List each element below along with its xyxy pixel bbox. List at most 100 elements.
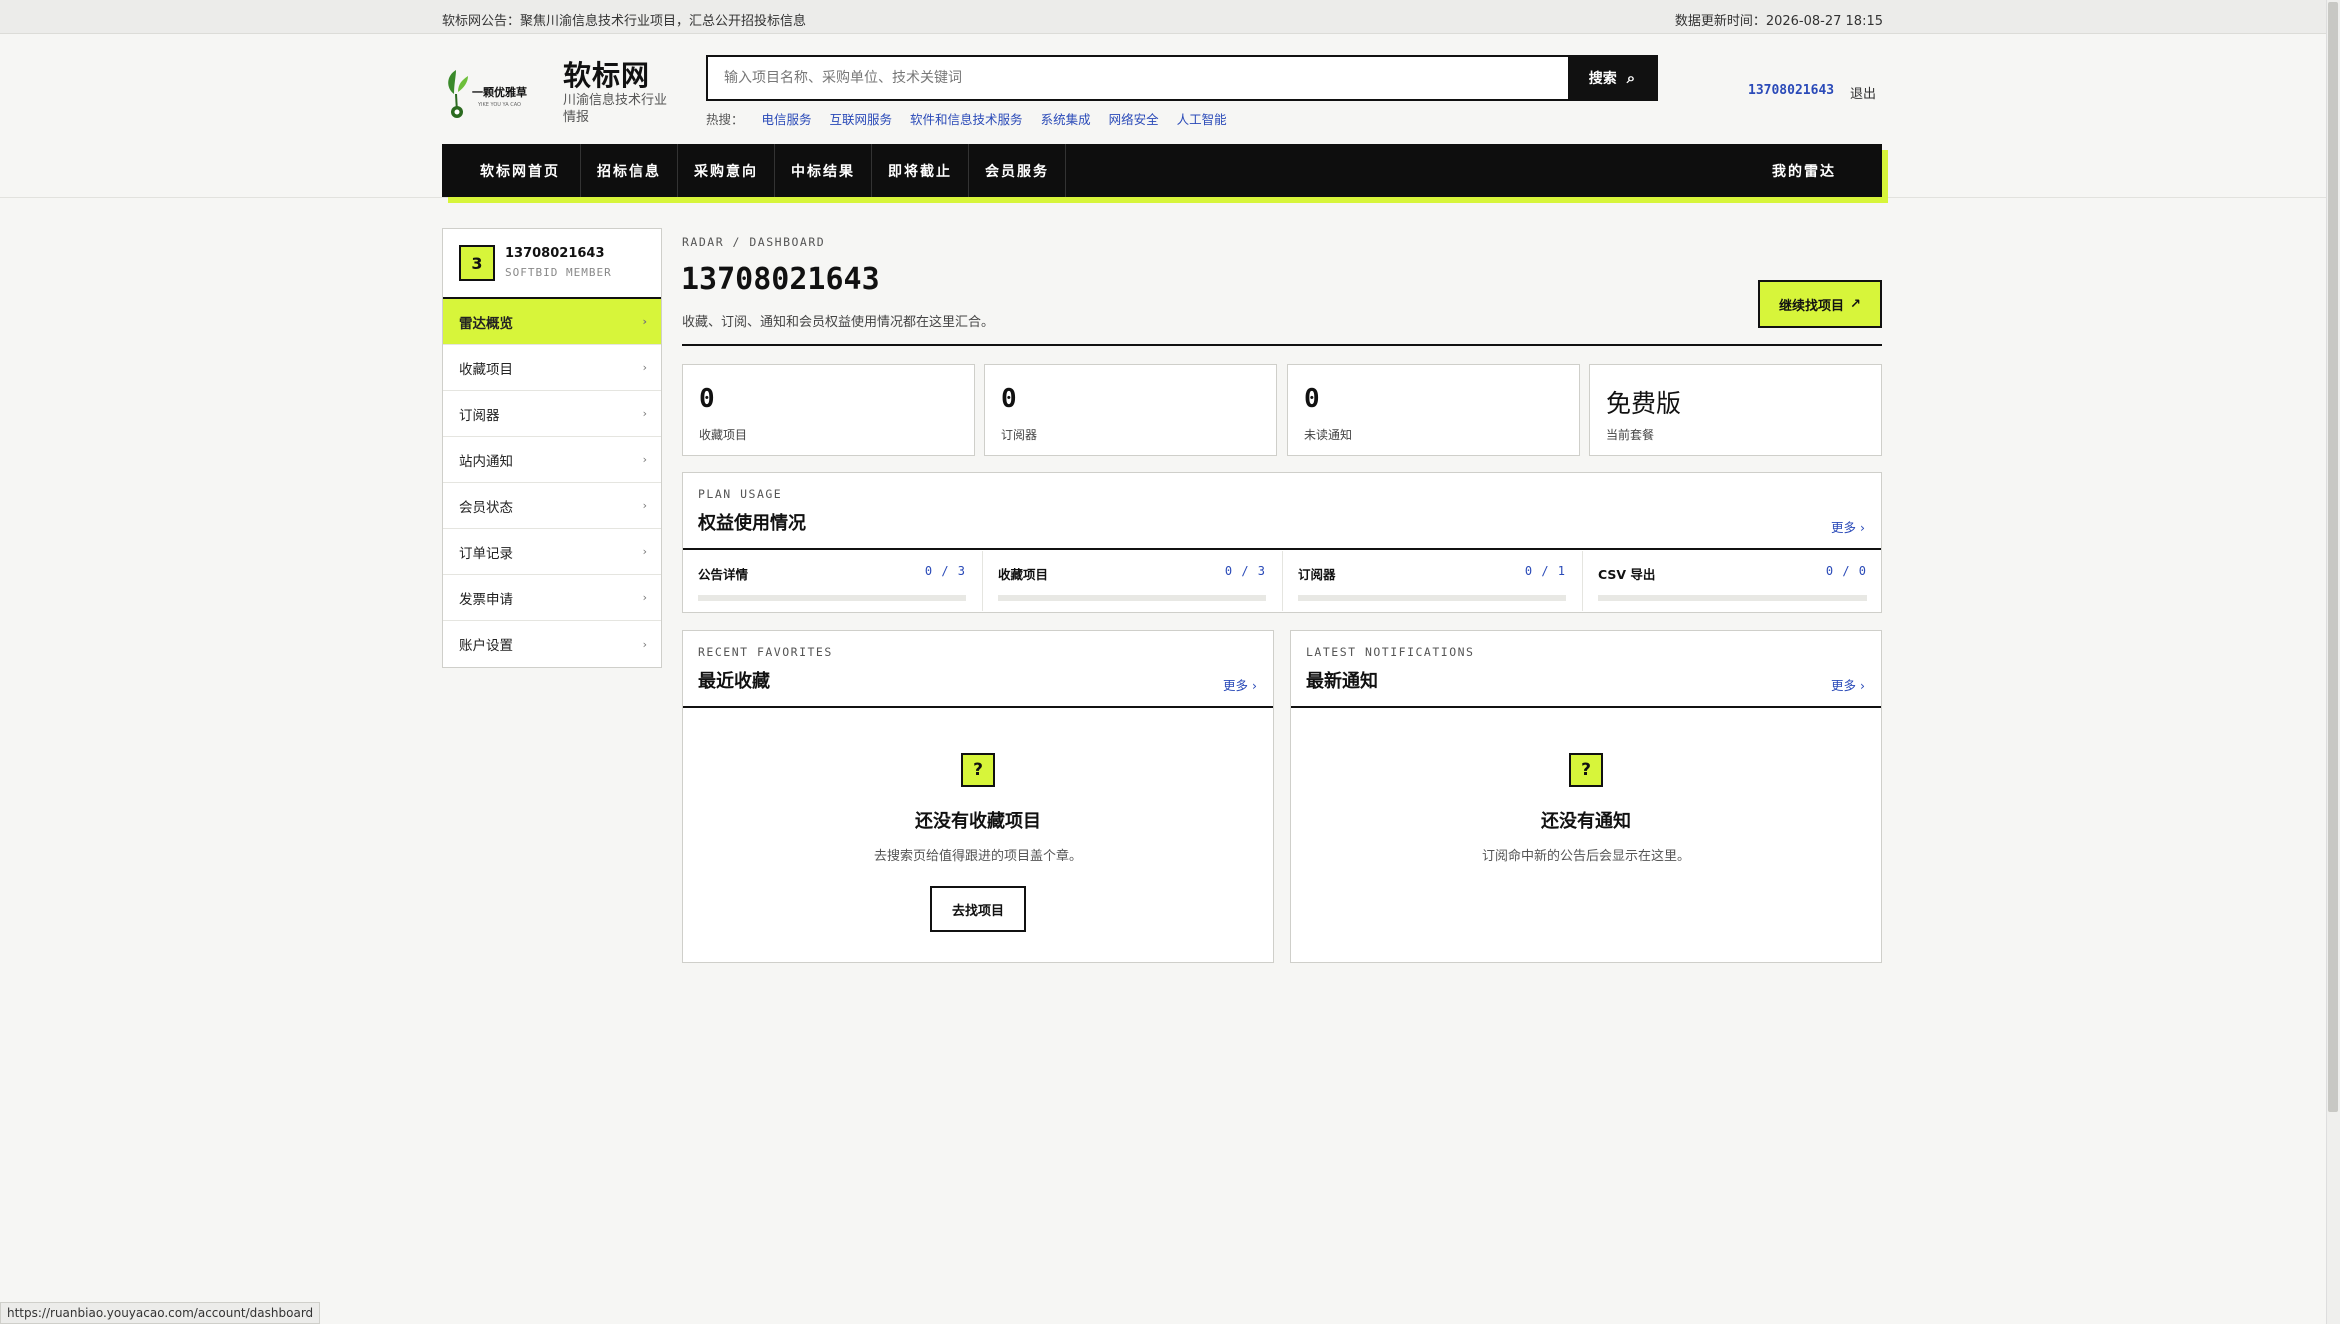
logo-text: 一颗优雅草 [472,85,527,99]
hot-term-link[interactable]: 互联网服务 [830,109,893,128]
browser-status-url: https://ruanbiao.youyacao.com/account/da… [0,1302,321,1324]
recent-favorites-panel: RECENT FAVORITES 最近收藏 更多 › ? 还没有收藏项目 去搜索… [682,630,1274,963]
nav-item-closing-soon[interactable]: 即将截止 [872,144,969,197]
stat-label: 收藏项目 [699,428,748,442]
account-sidebar: 3 13708021643 SOFTBID MEMBER 雷达概览 › 收藏项目 ›… [442,228,662,668]
question-icon: ? [961,753,995,787]
plan-usage-panel: PLAN USAGE 权益使用情况 更多 › 公告详情 0 / 3 收藏项目 0… [682,472,1882,613]
find-projects-button[interactable]: 去找项目 [930,886,1026,932]
usage-name: 公告详情 [698,567,749,582]
chevron-right-icon: › [642,315,647,328]
usage-item: CSV 导出 0 / 0 [1583,551,1883,611]
logo-subtext: YIKE YOU YA CAO [477,102,521,108]
sidebar-item-notifications[interactable]: 站内通知 › [443,437,661,483]
usage-item: 公告详情 0 / 3 [683,551,983,611]
hot-searches: 热搜： 电信服务 互联网服务 软件和信息技术服务 系统集成 网络安全 人工智能 [706,109,1227,128]
panel-eyebrow: PLAN USAGE [698,487,783,501]
question-icon: ? [1569,753,1603,787]
usage-item: 订阅器 0 / 1 [1283,551,1583,611]
hot-term-link[interactable]: 人工智能 [1177,109,1227,128]
empty-description: 去搜索页给值得跟进的项目盖个章。 [873,849,1082,864]
profile-card: 3 13708021643 SOFTBID MEMBER [443,229,661,299]
chevron-right-icon: › [642,591,647,604]
stat-value: 0 [699,384,715,414]
hot-term-link[interactable]: 软件和信息技术服务 [910,109,1023,128]
sidebar-item-label: 订阅器 [459,407,500,424]
usage-name: CSV 导出 [1598,567,1656,582]
panel-title: 权益使用情况 [698,513,806,534]
chevron-right-icon: › [642,637,647,651]
hot-term-link[interactable]: 网络安全 [1109,109,1159,128]
search-box: 搜索 ⌕ [706,55,1658,101]
stat-label: 订阅器 [1001,428,1038,442]
profile-name: 13708021643 [505,246,605,261]
sidebar-item-favorites[interactable]: 收藏项目 › [443,345,661,391]
sprout-logo-icon: 一颗优雅草 YIKE YOU YA CAO [448,70,527,118]
more-link[interactable]: 更多 › [1831,517,1865,536]
sidebar-item-label: 收藏项目 [459,361,513,378]
empty-title: 还没有收藏项目 [915,811,1041,832]
sidebar-item-label: 订单记录 [459,545,513,562]
brand-logo[interactable]: 一颗优雅草 YIKE YOU YA CAO [442,62,546,122]
panel-divider [1291,706,1881,708]
stat-card-plan[interactable]: 免费版 当前套餐 [1589,364,1882,456]
usage-progress-bar [1598,595,1867,601]
sidebar-item-label: 会员状态 [459,499,513,516]
search-button-label: 搜索 [1588,71,1617,87]
sidebar-item-overview[interactable]: 雷达概览 › [443,299,661,345]
arrow-up-right-icon: ↗ [1850,296,1861,312]
usage-progress-bar [1298,595,1566,601]
avatar: 3 [459,245,495,281]
empty-title: 还没有通知 [1541,811,1631,832]
more-link[interactable]: 更多 › [1223,675,1257,694]
stat-card-favorites[interactable]: 0 收藏项目 [682,364,975,456]
empty-state: ? 还没有通知 订阅命中新的公告后会显示在这里。 [1291,753,1881,864]
panel-eyebrow: RECENT FAVORITES [698,645,833,659]
usage-count: 0 / 0 [1825,564,1867,578]
site-title[interactable]: 软标网 [563,54,650,94]
nav-item-procurement-intent[interactable]: 采购意向 [678,144,775,197]
chevron-right-icon: › [642,407,647,420]
announcement-bar: 软标网公告：聚焦川渝信息技术行业项目，汇总公开招投标信息 数据更新时间：2026… [0,0,2326,34]
stat-value: 0 [1304,384,1320,414]
search-button[interactable]: 搜索 ⌕ [1568,57,1656,99]
sidebar-item-membership[interactable]: 会员状态 › [443,483,661,529]
search-input[interactable] [708,57,1570,99]
panel-title: 最新通知 [1306,671,1378,692]
user-account-link[interactable]: 13708021643 [1748,83,1834,98]
chevron-right-icon: › [642,453,647,466]
sidebar-item-subscriptions[interactable]: 订阅器 › [443,391,661,437]
usage-count: 0 / 3 [924,564,966,578]
page-description: 收藏、订阅、通知和会员权益使用情况都在这里汇合。 [682,315,995,330]
search-icon: ⌕ [1626,69,1636,87]
logout-link[interactable]: 退出 [1850,83,1876,102]
chevron-right-icon: › [642,499,647,512]
more-link[interactable]: 更多 › [1831,675,1865,694]
hot-term-link[interactable]: 系统集成 [1041,109,1091,128]
scrollbar-thumb[interactable] [2328,2,2338,1112]
stat-card-subscriptions[interactable]: 0 订阅器 [984,364,1277,456]
usage-name: 收藏项目 [998,567,1049,582]
sidebar-item-label: 账户设置 [459,638,513,654]
nav-item-home[interactable]: 软标网首页 [442,144,581,197]
stat-card-unread[interactable]: 0 未读通知 [1287,364,1580,456]
page-title: 13708021643 [681,262,880,297]
continue-search-label: 继续找项目 [1779,298,1845,314]
nav-item-tenders[interactable]: 招标信息 [581,144,678,197]
sidebar-item-orders[interactable]: 订单记录 › [443,529,661,575]
sidebar-item-invoices[interactable]: 发票申请 › [443,575,661,621]
usage-progress-bar [698,595,966,601]
nav-item-my-radar[interactable]: 我的雷达 [1772,144,1836,197]
hot-term-link[interactable]: 电信服务 [762,109,812,128]
breadcrumb: RADAR / DASHBOARD [682,235,826,249]
usage-count: 0 / 1 [1524,564,1566,578]
data-updated-time: 数据更新时间：2026-08-27 18:15 [1674,14,1883,29]
continue-search-button[interactable]: 继续找项目 ↗ [1758,280,1882,328]
profile-role: SOFTBID MEMBER [505,266,612,279]
nav-item-award-results[interactable]: 中标结果 [775,144,872,197]
empty-state: ? 还没有收藏项目 去搜索页给值得跟进的项目盖个章。 去找项目 [683,753,1273,932]
chevron-right-icon: › [642,545,647,558]
stat-label: 未读通知 [1304,428,1353,442]
nav-item-membership[interactable]: 会员服务 [969,144,1066,197]
sidebar-item-settings[interactable]: 账户设置 › [443,621,661,667]
